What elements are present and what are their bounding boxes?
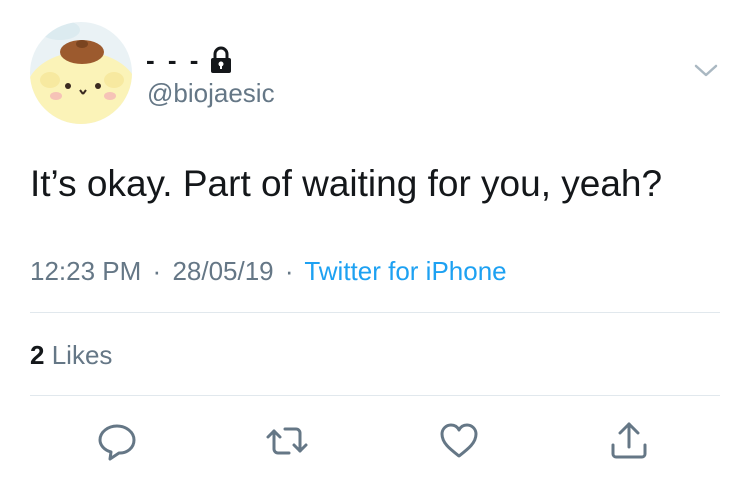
meta-separator: · <box>284 256 294 286</box>
reply-icon[interactable] <box>94 418 140 464</box>
tweet-text: It’s okay. Part of waiting for you, yeah… <box>30 163 663 204</box>
user-handle[interactable]: @biojaesic <box>147 78 275 109</box>
meta-separator: · <box>152 256 162 286</box>
tweet-meta: 12:23 PM · 28/05/19 · Twitter for iPhone <box>30 254 507 288</box>
share-icon[interactable] <box>606 418 652 464</box>
tweet-date: 28/05/19 <box>172 256 274 286</box>
likes-count: 2 <box>30 340 45 370</box>
likes-summary[interactable]: 2 Likes <box>30 338 112 372</box>
divider <box>30 312 720 313</box>
avatar[interactable] <box>30 22 132 124</box>
divider <box>30 395 720 396</box>
name-row: - - - <box>146 42 233 78</box>
lock-icon <box>209 46 233 74</box>
likes-label: Likes <box>51 340 113 370</box>
tweet-card: - - - @biojaesic It’s okay. Part of wait… <box>0 0 750 485</box>
display-name[interactable]: - - - <box>146 45 201 76</box>
tweet-source-link[interactable]: Twitter for iPhone <box>304 256 506 286</box>
tweet-time: 12:23 PM <box>30 256 142 286</box>
like-icon[interactable] <box>436 418 482 464</box>
retweet-icon[interactable] <box>264 418 310 464</box>
chevron-down-icon[interactable] <box>692 60 720 80</box>
